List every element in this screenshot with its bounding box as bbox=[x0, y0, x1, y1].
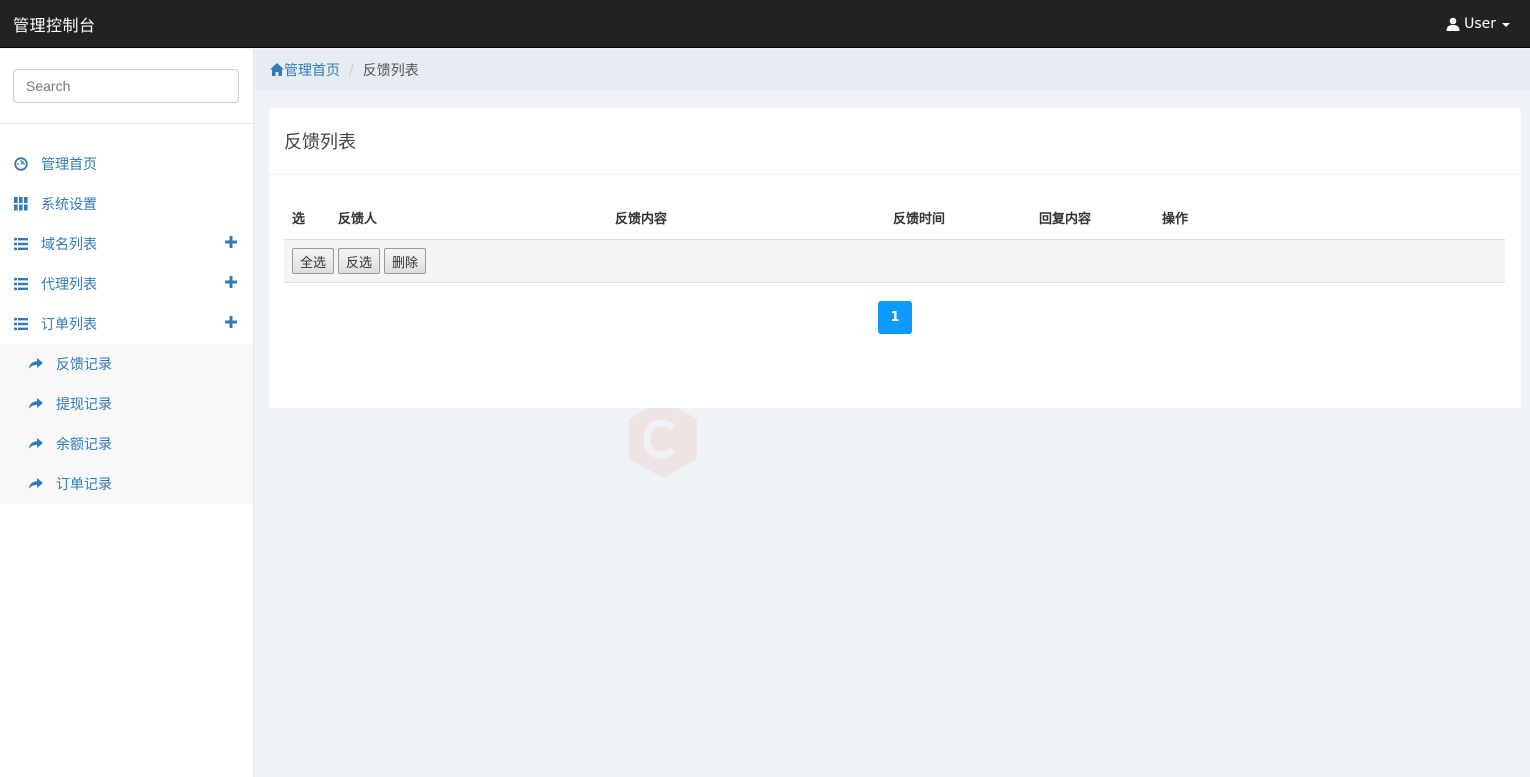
invert-selection-button[interactable]: 反选 bbox=[338, 248, 381, 274]
search-input[interactable] bbox=[13, 69, 239, 103]
submenu-item-label: 订单记录 bbox=[56, 477, 112, 493]
home-icon bbox=[270, 63, 284, 76]
submenu-item-feedback[interactable]: 反馈记录 bbox=[0, 344, 253, 384]
sidebar: 管理首页 系统设置 域名列表 代理列表 bbox=[0, 49, 254, 777]
dashboard-icon bbox=[13, 156, 29, 172]
grid-icon bbox=[13, 196, 29, 212]
sidebar-item-domains[interactable]: 域名列表 bbox=[0, 224, 253, 264]
sidebar-nav: 管理首页 系统设置 域名列表 代理列表 订单列表 bbox=[0, 124, 253, 344]
table-header: 选 反馈人 反馈内容 反馈时间 回复内容 操作 bbox=[284, 195, 1505, 240]
pagination-page-1[interactable]: 1 bbox=[878, 301, 912, 334]
column-header-time: 反馈时间 bbox=[893, 212, 946, 227]
brand-title[interactable]: 管理控制台 bbox=[0, 12, 96, 36]
sidebar-item-settings[interactable]: 系统设置 bbox=[0, 184, 253, 224]
sidebar-item-label: 代理列表 bbox=[41, 277, 97, 293]
select-all-button[interactable]: 全选 bbox=[292, 248, 335, 274]
column-header-content: 反馈内容 bbox=[615, 212, 668, 227]
column-header-actions: 操作 bbox=[1162, 212, 1189, 227]
orders-submenu: 反馈记录 提现记录 余额记录 订单记录 bbox=[0, 344, 253, 504]
user-label: User bbox=[1464, 15, 1496, 32]
submenu-item-withdraw[interactable]: 提现记录 bbox=[0, 384, 253, 424]
sidebar-search bbox=[0, 49, 253, 124]
breadcrumb: 管理首页 / 反馈列表 bbox=[255, 49, 1530, 90]
plus-icon[interactable] bbox=[225, 276, 237, 292]
share-arrow-icon bbox=[28, 356, 44, 372]
share-arrow-icon bbox=[28, 436, 44, 452]
feedback-panel: 反馈列表 选 反馈人 反馈内容 反馈时间 回复内容 操作 全选 反选 删除 1 bbox=[269, 108, 1521, 408]
watermark-logo bbox=[629, 400, 697, 478]
user-icon bbox=[1446, 17, 1460, 31]
column-header-reply: 回复内容 bbox=[1039, 212, 1092, 227]
share-arrow-icon bbox=[28, 396, 44, 412]
submenu-item-order-records[interactable]: 订单记录 bbox=[0, 464, 253, 504]
column-header-user: 反馈人 bbox=[338, 212, 378, 227]
panel-title: 反馈列表 bbox=[269, 108, 1521, 175]
column-header-select: 选 bbox=[292, 212, 306, 227]
submenu-item-label: 提现记录 bbox=[56, 397, 112, 413]
breadcrumb-home-label: 管理首页 bbox=[284, 62, 340, 79]
sidebar-item-orders[interactable]: 订单列表 bbox=[0, 304, 253, 344]
sidebar-item-agents[interactable]: 代理列表 bbox=[0, 264, 253, 304]
user-menu-dropdown[interactable]: User bbox=[1446, 16, 1530, 32]
submenu-item-label: 余额记录 bbox=[56, 437, 112, 453]
breadcrumb-home-link[interactable]: 管理首页 bbox=[270, 60, 340, 80]
list-icon bbox=[13, 276, 29, 292]
plus-icon[interactable] bbox=[225, 236, 237, 252]
sidebar-item-label: 管理首页 bbox=[41, 157, 97, 173]
submenu-item-label: 反馈记录 bbox=[56, 357, 112, 373]
share-arrow-icon bbox=[28, 476, 44, 492]
list-icon bbox=[13, 236, 29, 252]
sidebar-item-label: 系统设置 bbox=[41, 197, 97, 213]
delete-button[interactable]: 删除 bbox=[384, 248, 427, 274]
top-navbar: 管理控制台 User bbox=[0, 0, 1530, 48]
sidebar-item-label: 域名列表 bbox=[41, 237, 97, 253]
bulk-actions-row: 全选 反选 删除 bbox=[284, 240, 1505, 283]
breadcrumb-current: 反馈列表 bbox=[362, 62, 419, 79]
feedback-table: 选 反馈人 反馈内容 反馈时间 回复内容 操作 全选 反选 删除 bbox=[284, 195, 1505, 283]
plus-icon[interactable] bbox=[225, 316, 237, 332]
list-icon bbox=[13, 316, 29, 332]
sidebar-item-label: 订单列表 bbox=[41, 317, 97, 333]
sidebar-item-dashboard[interactable]: 管理首页 bbox=[0, 144, 253, 184]
breadcrumb-separator: / bbox=[349, 61, 354, 78]
submenu-item-balance[interactable]: 余额记录 bbox=[0, 424, 253, 464]
caret-down-icon bbox=[1502, 22, 1510, 27]
